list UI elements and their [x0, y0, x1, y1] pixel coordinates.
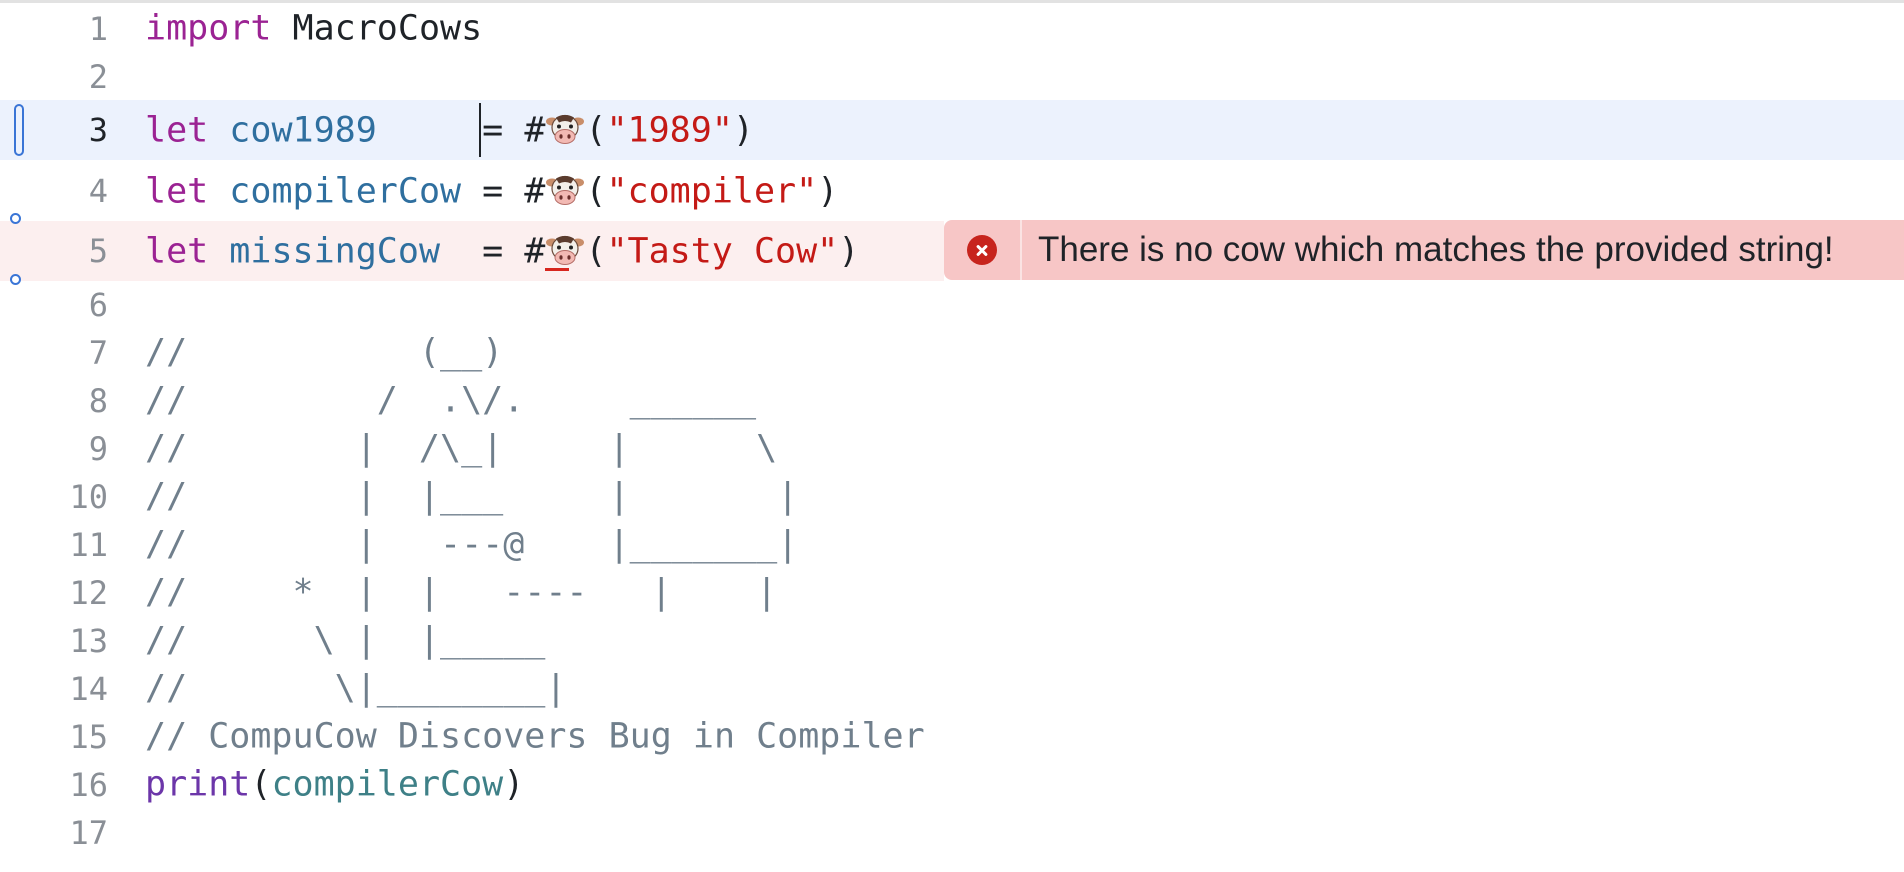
code-token: // CompuCow Discovers Bug in Compiler: [145, 716, 925, 757]
code-token: (: [585, 171, 607, 212]
line-number: 2: [88, 58, 108, 96]
code-text[interactable]: // CompuCow Discovers Bug in Compiler: [145, 716, 925, 757]
code-text[interactable]: let compilerCow = # ("compiler"): [145, 173, 838, 210]
code-text[interactable]: // | /\_| | \: [145, 428, 778, 469]
fold-marker-icon[interactable]: [10, 274, 21, 285]
code-line[interactable]: 16 print(compilerCow): [0, 761, 1904, 809]
code-line[interactable]: 17: [0, 809, 1904, 857]
line-number: 15: [69, 718, 108, 756]
line-number: 8: [88, 382, 108, 420]
code-token: ): [817, 171, 839, 212]
code-text[interactable]: let cow1989 = # ("1989"): [145, 112, 754, 149]
code-token: // | /\_| | \: [145, 428, 778, 469]
code-token: = #: [376, 110, 546, 151]
line-number: 1: [88, 10, 108, 48]
error-x-icon[interactable]: [967, 235, 997, 265]
code-token: let: [145, 110, 209, 151]
code-line[interactable]: 12 // * | | ---- | |: [0, 569, 1904, 617]
code-line[interactable]: 15 // CompuCow Discovers Bug in Compiler: [0, 713, 1904, 761]
code-line[interactable]: 11 // | ---@ |_______|: [0, 521, 1904, 569]
code-line[interactable]: 8 // / .\/. ______: [0, 377, 1904, 425]
cow-face-icon: [546, 175, 585, 205]
code-text[interactable]: // | ---@ |_______|: [145, 524, 799, 565]
line-number: 9: [88, 430, 108, 468]
code-token: (: [250, 764, 272, 805]
error-annotation[interactable]: There is no cow which matches the provid…: [944, 220, 1904, 280]
code-text[interactable]: // / .\/. ______: [145, 380, 757, 421]
code-text[interactable]: // | |___ | |: [145, 476, 799, 517]
line-number: 4: [88, 172, 108, 210]
fold-marker-icon[interactable]: [10, 213, 21, 224]
error-message: There is no cow which matches the provid…: [1038, 230, 1834, 269]
code-text[interactable]: print(compilerCow): [145, 764, 525, 805]
text-caret: [479, 103, 481, 157]
code-text[interactable]: // \|________|: [145, 668, 567, 709]
line-number: 14: [69, 670, 108, 708]
code-text[interactable]: // (__): [145, 332, 504, 373]
code-token: MacroCows: [271, 8, 483, 49]
code-line[interactable]: 9 // | /\_| | \: [0, 425, 1904, 473]
code-token: print: [145, 764, 251, 805]
code-token: ): [503, 764, 525, 805]
error-icon-box[interactable]: [944, 220, 1022, 280]
code-token: (: [585, 231, 607, 272]
code-token: "1989": [606, 110, 733, 151]
code-line[interactable]: 1 import MacroCows: [0, 5, 1904, 53]
line-number: 13: [69, 622, 108, 660]
line-number: 17: [69, 814, 108, 852]
line-number: 10: [69, 478, 108, 516]
code-token: // * | | ---- | |: [145, 572, 778, 613]
error-underline: [545, 268, 569, 271]
code-token: missingCow: [229, 231, 441, 272]
code-token: ): [732, 110, 754, 151]
code-token: // \|________|: [145, 668, 567, 709]
code-token: // \ | |_____: [145, 620, 546, 661]
code-token: = #: [461, 171, 546, 212]
line-number: 12: [69, 574, 108, 612]
code-token: import: [145, 8, 272, 49]
code-token: "compiler": [606, 171, 818, 212]
code-editor[interactable]: 1 import MacroCows 2 3 let cow1989 = # ("1989…: [0, 0, 1904, 872]
code-text[interactable]: // * | | ---- | |: [145, 572, 778, 613]
line-number: 16: [69, 766, 108, 804]
code-token: // | ---@ |_______|: [145, 524, 799, 565]
code-token: let: [145, 231, 209, 272]
top-divider: [0, 0, 1904, 3]
code-token: // (__): [145, 332, 504, 373]
code-line[interactable]: 3 let cow1989 = # ("1989"): [0, 100, 1904, 160]
code-line[interactable]: 6: [0, 281, 1904, 329]
code-line[interactable]: 10 // | |___ | |: [0, 473, 1904, 521]
line-number: 11: [69, 526, 108, 564]
code-text[interactable]: // \ | |_____: [145, 620, 546, 661]
code-token: compilerCow: [271, 764, 504, 805]
code-token: "Tasty Cow": [606, 231, 839, 272]
code-line[interactable]: 2: [0, 53, 1904, 101]
code-token: // / .\/. ______: [145, 380, 757, 421]
line-number: 7: [88, 334, 108, 372]
code-token: ): [838, 231, 860, 272]
code-line[interactable]: 4 let compilerCow = # ("compiler"): [0, 161, 1904, 221]
cow-face-icon: [546, 114, 585, 144]
code-token: cow1989: [229, 110, 377, 151]
current-line-marker: [14, 104, 24, 156]
line-number: 5: [88, 232, 108, 270]
code-line[interactable]: 13 // \ | |_____: [0, 617, 1904, 665]
code-token: // | |___ | |: [145, 476, 799, 517]
code-token: (: [585, 110, 607, 151]
cow-face-icon: [546, 235, 585, 265]
code-line[interactable]: 5 let missingCow = # ("Tasty Cow"): [0, 221, 944, 281]
code-token: let: [145, 171, 209, 212]
code-token: = #: [440, 231, 546, 272]
code-line[interactable]: 7 // (__): [0, 329, 1904, 377]
line-number: 6: [88, 286, 108, 324]
code-token: compilerCow: [229, 171, 462, 212]
code-text[interactable]: import MacroCows: [145, 8, 483, 49]
code-line[interactable]: 14 // \|________|: [0, 665, 1904, 713]
code-text[interactable]: let missingCow = # ("Tasty Cow"): [145, 233, 859, 270]
